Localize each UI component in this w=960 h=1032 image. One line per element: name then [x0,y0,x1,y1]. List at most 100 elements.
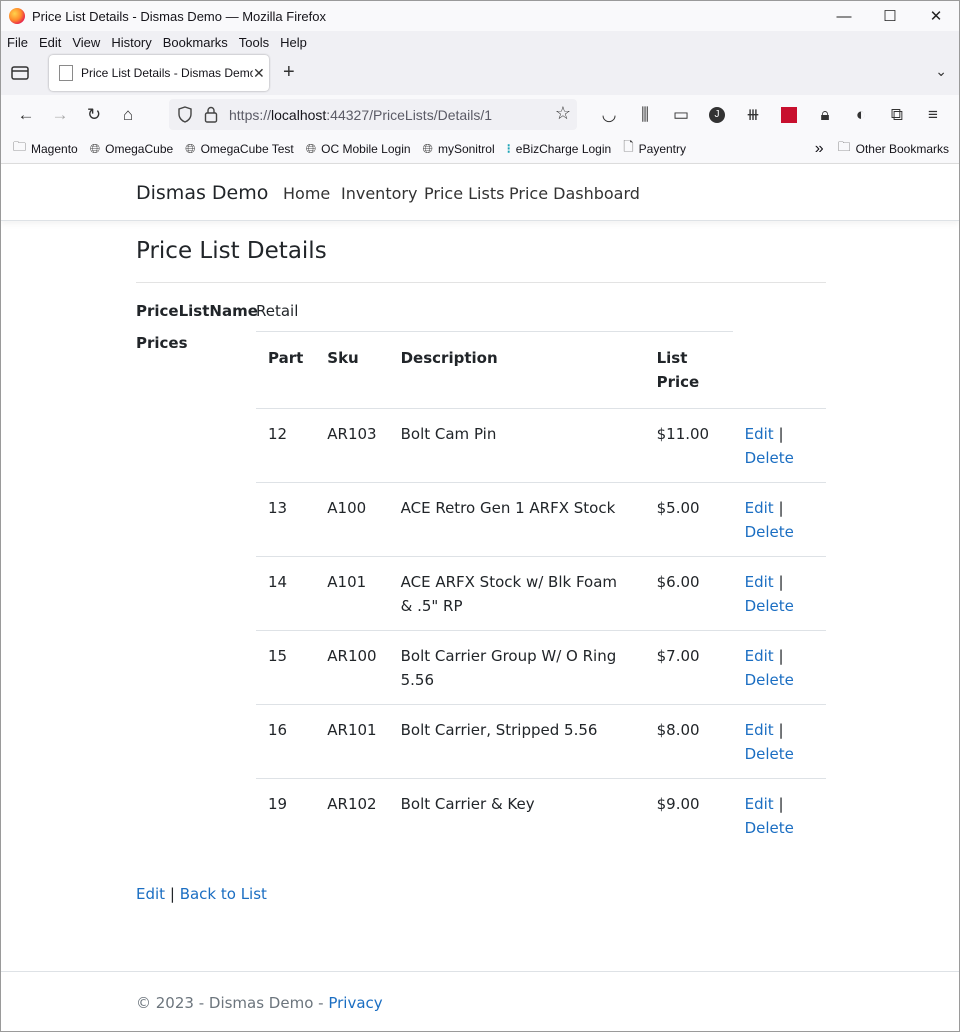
menu-view[interactable]: View [72,35,100,50]
row-edit-link[interactable]: Edit [745,425,774,443]
cell-part: 16 [256,704,316,779]
reload-icon[interactable]: ↻ [77,99,111,131]
folder-icon: 🗀︎ [13,139,27,154]
cell-price: $9.00 [644,778,733,852]
row-delete-link[interactable]: Delete [745,449,794,467]
nav-price-dashboard[interactable]: Price Dashboard [509,184,640,203]
cell-actions: Edit | Delete [732,556,826,631]
copyright-text: © 2023 - Dismas Demo - [136,994,329,1012]
separator: | [778,795,784,813]
menu-bar: File Edit View History Bookmarks Tools H… [1,31,959,53]
list-all-tabs-button[interactable]: ⌄ [935,63,947,80]
bookmark-payentry[interactable]: 🗋︎ Payentry [623,138,686,160]
separator: | [778,721,784,739]
cell-price: $11.00 [644,408,733,483]
nav-price-lists[interactable]: Price Lists [424,184,504,203]
bookmark-label: mySonitrol [437,142,495,156]
extension-lock-icon[interactable]: 🔒︎ [807,99,843,131]
row-delete-link[interactable]: Delete [745,597,794,615]
maximize-button[interactable]: ☐ [867,1,913,31]
cell-part: 15 [256,630,316,705]
bookmark-label: OC Mobile Login [321,142,411,156]
bottom-links: Edit | Back to List [136,885,267,903]
bookmark-label: Magento [31,142,78,156]
extension-circle-icon[interactable]: ◐ [843,99,879,131]
separator: | [778,425,784,443]
table-row: 15 AR100 Bolt Carrier Group W/ O Ring 5.56… [256,630,826,705]
globe-icon: 🌐︎ [422,141,433,156]
extension-fence-icon[interactable]: ⧻ [735,99,771,131]
cell-actions: Edit | Delete [732,408,826,483]
privacy-link[interactable]: Privacy [328,994,382,1012]
nav-home[interactable]: Home [283,184,330,203]
site-brand-link[interactable]: Dismas Demo [136,182,268,204]
separator: | [778,573,784,591]
menu-file[interactable]: File [7,35,28,50]
tab-bar: Price List Details - Dismas Demo ✕ + ⌄ [1,53,959,95]
cell-sku: A101 [315,556,389,631]
home-icon[interactable]: ⌂ [111,99,145,131]
bookmark-magento[interactable]: 🗀︎ Magento [13,138,78,160]
cell-actions: Edit | Delete [732,630,826,705]
cell-sku: AR101 [315,704,389,779]
cell-sku: AR103 [315,408,389,483]
close-tab-icon[interactable]: ✕ [253,65,265,82]
bookmark-mysonitrol[interactable]: 🌐︎ mySonitrol [423,141,495,157]
new-tab-button[interactable]: + [283,61,295,84]
extension-red-icon[interactable] [771,99,807,131]
table-row: 19 AR102 Bolt Carrier & Key $9.00 Edit | Dele… [256,778,826,852]
edit-link[interactable]: Edit [136,885,165,903]
row-edit-link[interactable]: Edit [745,647,774,665]
browser-window: Price List Details - Dismas Demo — Mozil… [0,0,960,1032]
url-text[interactable]: https://localhost:44327/PriceLists/Detai… [229,107,492,123]
back-icon[interactable]: ← [9,99,43,131]
tab-active[interactable]: Price List Details - Dismas Demo ✕ [49,55,269,91]
bookmark-star-icon[interactable]: ☆ [555,103,571,124]
globe-icon: 🌐︎ [305,141,317,156]
cell-description: Bolt Carrier, Stripped 5.56 [388,704,645,779]
site-navbar: Dismas Demo Home Inventory Price Lists P… [1,164,959,221]
extensions-puzzle-icon[interactable]: ⧉ [879,99,915,131]
shield-icon[interactable] [177,106,193,123]
bookmark-omegacube-test[interactable]: 🌐︎ OmegaCube Test [185,141,294,157]
menu-history[interactable]: History [111,35,151,50]
library-icon[interactable]: ⫼ [627,99,663,131]
folder-icon: 🗀︎ [837,139,851,154]
url-bar[interactable]: https://localhost:44327/PriceLists/Detai… [169,99,577,130]
bookmark-label: Payentry [638,142,686,156]
menu-bookmarks[interactable]: Bookmarks [163,35,228,50]
row-edit-link[interactable]: Edit [745,499,774,517]
row-edit-link[interactable]: Edit [745,795,774,813]
other-bookmarks[interactable]: Other Bookmarks [856,142,949,156]
hamburger-menu-icon[interactable]: ≡ [915,99,951,131]
nav-inventory[interactable]: Inventory [341,184,417,203]
close-window-button[interactable]: ✕ [913,1,959,31]
lock-icon[interactable] [204,106,218,123]
menu-help[interactable]: Help [280,35,307,50]
bookmark-ebizcharge-login[interactable]: ⁝ eBizCharge Login [507,141,612,157]
row-delete-link[interactable]: Delete [745,745,794,763]
menu-tools[interactable]: Tools [239,35,269,50]
sidebar-icon[interactable]: ▭ [663,99,699,131]
bookmark-oc-mobile-login[interactable]: 🌐︎ OC Mobile Login [306,141,411,157]
bookmarks-overflow-icon[interactable]: » [815,140,824,158]
row-edit-link[interactable]: Edit [745,721,774,739]
row-delete-link[interactable]: Delete [745,819,794,837]
prices-label: Prices [136,334,188,352]
pocket-icon[interactable]: ◡ [591,99,627,131]
firefox-view-icon[interactable] [11,65,29,81]
bookmark-omegacube[interactable]: 🌐︎ OmegaCube [90,141,173,157]
cell-price: $7.00 [644,630,733,705]
account-avatar-icon[interactable]: J [699,99,735,131]
footer: © 2023 - Dismas Demo - Privacy [1,971,959,1031]
row-edit-link[interactable]: Edit [745,573,774,591]
back-to-list-link[interactable]: Back to List [180,885,267,903]
col-sku: Sku [315,331,389,409]
minimize-button[interactable]: — [821,1,867,31]
row-delete-link[interactable]: Delete [745,523,794,541]
page-content: Dismas Demo Home Inventory Price Lists P… [1,164,959,1031]
cell-sku: A100 [315,482,389,557]
menu-edit[interactable]: Edit [39,35,61,50]
row-delete-link[interactable]: Delete [745,671,794,689]
forward-icon[interactable]: → [43,99,77,131]
